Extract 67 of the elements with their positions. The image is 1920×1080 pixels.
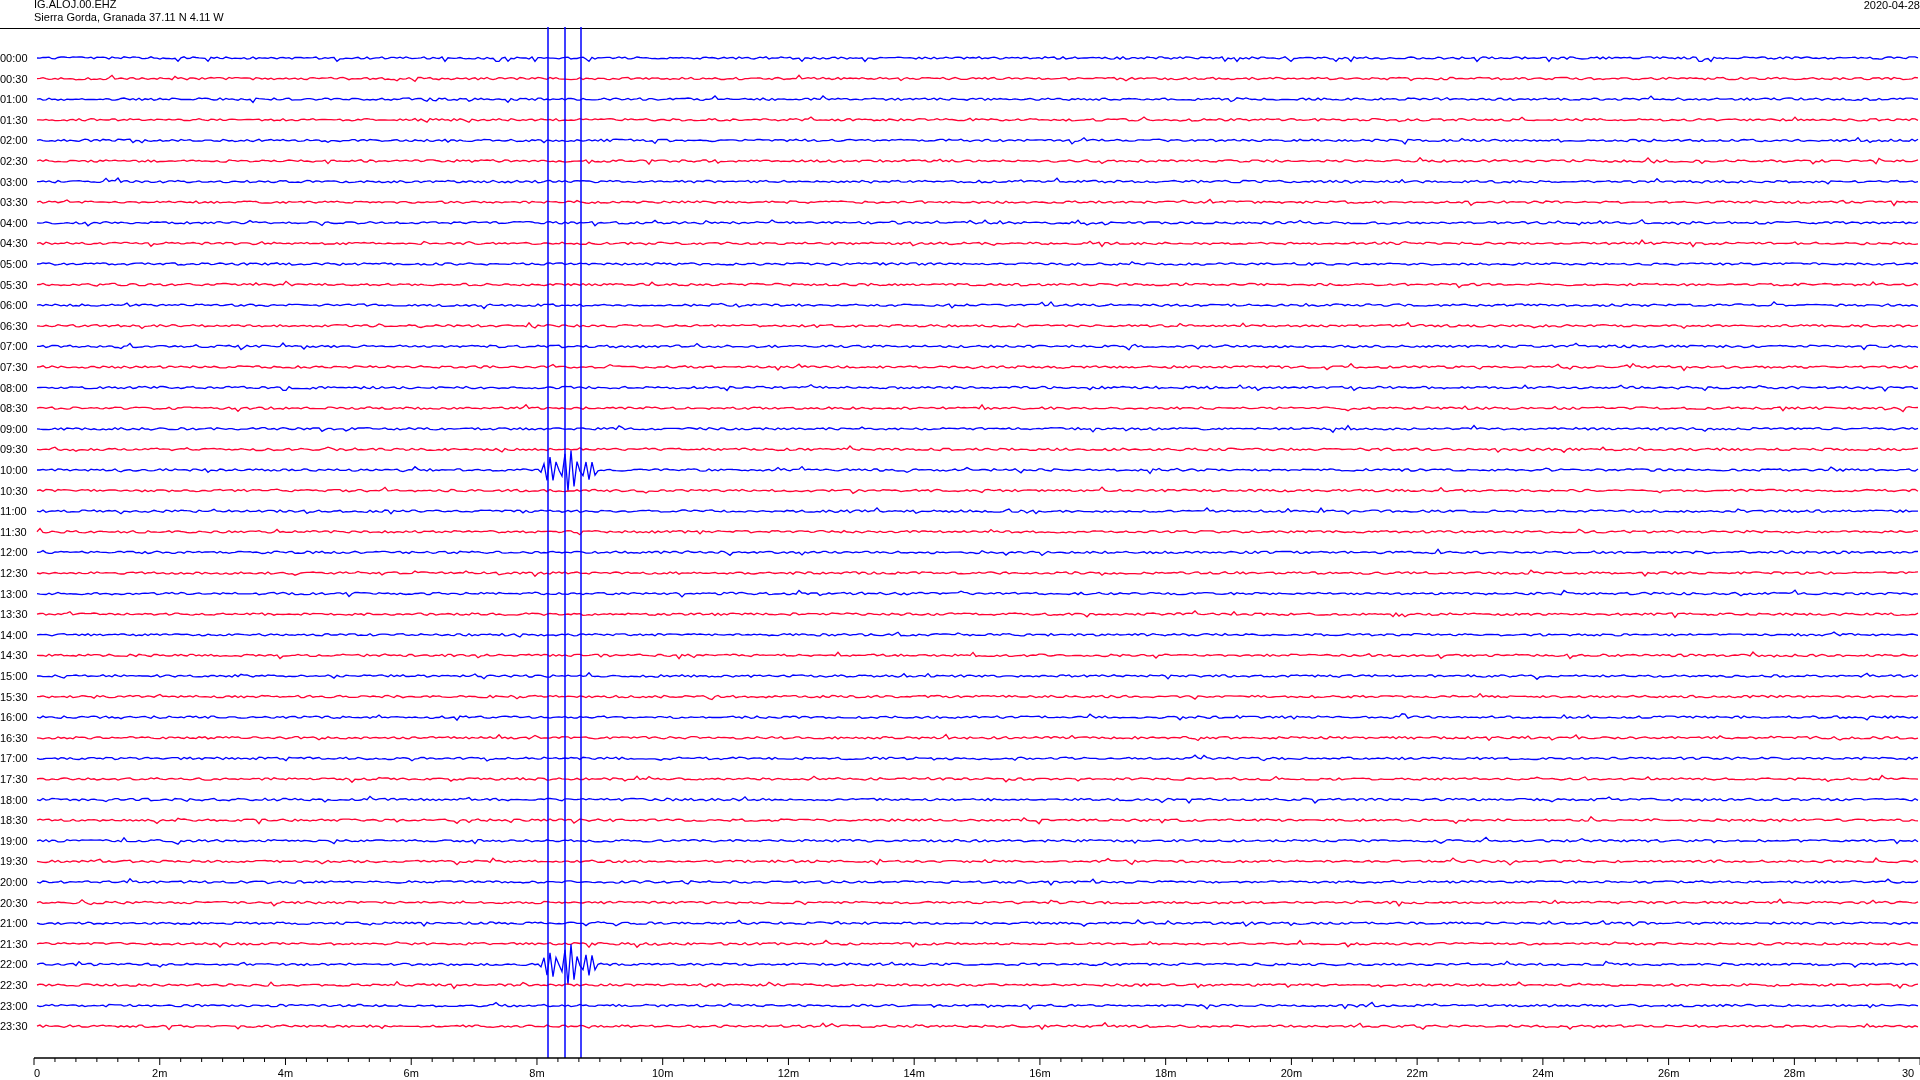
time-label: 16:30 [0, 731, 28, 744]
time-label: 15:00 [0, 670, 28, 682]
axis-tick-label: 22m [1406, 1067, 1428, 1079]
time-label: 08:30 [0, 402, 28, 415]
axis-tick-label: 0 [34, 1067, 41, 1079]
axis-tick-label: 16m [1029, 1067, 1051, 1079]
axis-tick-label: 2m [152, 1067, 168, 1079]
time-label: 00:30 [0, 72, 28, 85]
axis-tick-label: 6m [403, 1067, 419, 1079]
time-label: 11:00 [0, 505, 27, 518]
time-label: 01:00 [0, 93, 28, 106]
time-label: 02:00 [0, 134, 28, 147]
time-label: 09:30 [0, 443, 28, 456]
time-label: 05:30 [0, 278, 28, 291]
time-label: 18:00 [0, 793, 28, 806]
axis-tick-label: 14m [903, 1067, 925, 1079]
time-label: 23:30 [0, 1020, 28, 1033]
axis-tick-label: 28m [1783, 1067, 1806, 1079]
time-label: 21:30 [0, 937, 28, 950]
time-label: 12:30 [0, 567, 28, 579]
time-label: 01:30 [0, 113, 28, 126]
date-label: 2020-04-28 [1863, 0, 1920, 12]
time-label: 20:00 [0, 876, 28, 888]
time-label: 02:30 [0, 155, 28, 167]
time-label: 05:00 [0, 258, 28, 270]
axis-tick-label: 30 [1901, 1067, 1915, 1079]
time-label: 06:00 [0, 299, 28, 312]
station-location: Sierra Gorda, Granada 37.11 N 4.11 W [34, 11, 224, 24]
axis-tick-label: 8m [529, 1067, 545, 1079]
time-label: 04:00 [0, 216, 28, 229]
time-label: 07:30 [0, 361, 28, 373]
axis-tick-label: 20m [1280, 1067, 1303, 1079]
time-label: 04:30 [0, 237, 28, 250]
axis-tick-label: 10m [652, 1067, 674, 1079]
time-label: 18:30 [0, 814, 28, 827]
time-label: 06:30 [0, 319, 28, 332]
time-label: 10:30 [0, 484, 28, 497]
time-label: 03:00 [0, 175, 28, 188]
station-code: IG.ALOJ.00.EHZ [34, 0, 118, 11]
time-label: 14:00 [0, 628, 28, 641]
time-label: 22:30 [0, 979, 28, 991]
time-label: 21:00 [0, 917, 28, 930]
time-label: 19:00 [0, 834, 28, 847]
time-label: 07:00 [0, 340, 28, 353]
time-label: 13:00 [0, 587, 28, 600]
time-label: 08:00 [0, 381, 28, 394]
axis-tick-label: 18m [1154, 1067, 1177, 1079]
time-label: 16:00 [0, 711, 28, 724]
time-label: 12:00 [0, 546, 28, 559]
time-label: 10:00 [0, 464, 28, 476]
time-label: 19:30 [0, 855, 28, 868]
time-label: 00:00 [0, 52, 28, 64]
axis-tick-label: 12m [777, 1067, 800, 1079]
time-label: 22:00 [0, 958, 28, 971]
time-label: 11:30 [0, 525, 27, 538]
time-label: 17:30 [0, 773, 28, 785]
axis-tick-label: 26m [1657, 1067, 1680, 1079]
time-label: 13:30 [0, 608, 28, 621]
time-label: 03:30 [0, 196, 28, 209]
time-label: 14:30 [0, 649, 28, 662]
time-label: 20:30 [0, 896, 28, 909]
time-label: 09:00 [0, 422, 28, 435]
axis-tick-label: 4m [277, 1067, 294, 1079]
time-label: 17:00 [0, 752, 28, 765]
axis-tick-label: 24m [1532, 1067, 1554, 1079]
time-label: 23:00 [0, 999, 28, 1012]
time-label: 15:30 [0, 690, 28, 703]
